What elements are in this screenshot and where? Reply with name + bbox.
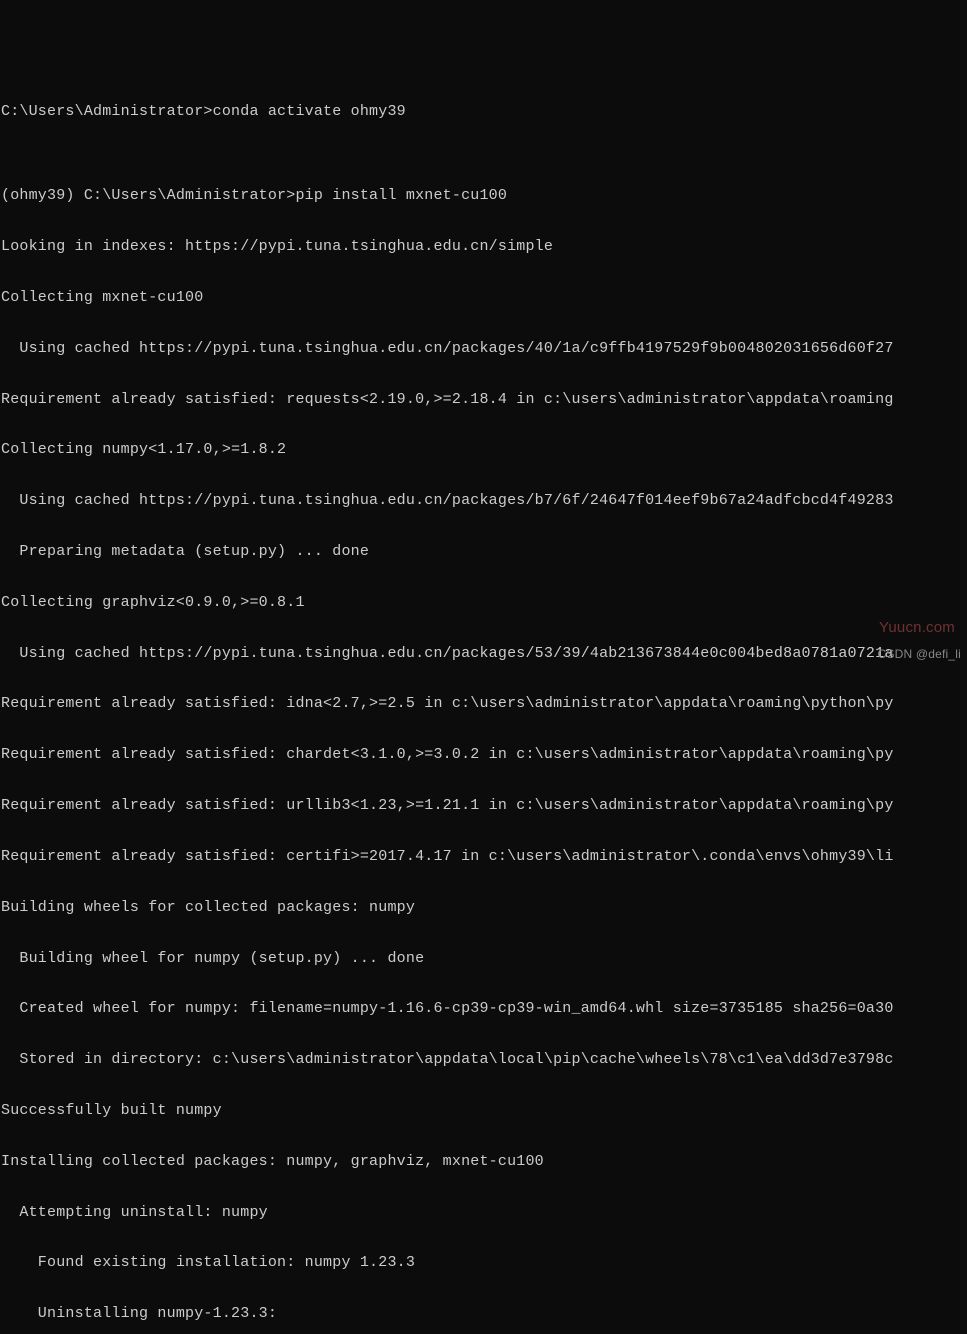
- terminal-output[interactable]: C:\Users\Administrator>conda activate oh…: [0, 68, 967, 735]
- terminal-line: Collecting numpy<1.17.0,>=1.8.2: [1, 442, 966, 459]
- attribution-text: CSDN @defi_li: [878, 648, 961, 662]
- terminal-line: Requirement already satisfied: urllib3<1…: [1, 798, 966, 815]
- terminal-line: Successfully built numpy: [1, 1103, 966, 1120]
- terminal-line: Stored in directory: c:\users\administra…: [1, 1052, 966, 1069]
- watermark-text: Yuucn.com: [879, 620, 955, 637]
- terminal-line: (ohmy39) C:\Users\Administrator>pip inst…: [1, 188, 966, 205]
- terminal-line: Using cached https://pypi.tuna.tsinghua.…: [1, 493, 966, 510]
- terminal-line: Collecting graphviz<0.9.0,>=0.8.1: [1, 595, 966, 612]
- terminal-line: Requirement already satisfied: certifi>=…: [1, 849, 966, 866]
- terminal-line: Building wheels for collected packages: …: [1, 900, 966, 917]
- terminal-line: Requirement already satisfied: chardet<3…: [1, 747, 966, 764]
- terminal-line: Found existing installation: numpy 1.23.…: [1, 1255, 966, 1272]
- terminal-line: Requirement already satisfied: requests<…: [1, 392, 966, 409]
- terminal-line: C:\Users\Administrator>conda activate oh…: [1, 104, 966, 121]
- terminal-line: Installing collected packages: numpy, gr…: [1, 1154, 966, 1171]
- terminal-line: Building wheel for numpy (setup.py) ... …: [1, 951, 966, 968]
- terminal-line: Created wheel for numpy: filename=numpy-…: [1, 1001, 966, 1018]
- terminal-line: Preparing metadata (setup.py) ... done: [1, 544, 966, 561]
- terminal-line: Using cached https://pypi.tuna.tsinghua.…: [1, 646, 966, 663]
- terminal-line: Attempting uninstall: numpy: [1, 1205, 966, 1222]
- terminal-line: Collecting mxnet-cu100: [1, 290, 966, 307]
- terminal-line: Looking in indexes: https://pypi.tuna.ts…: [1, 239, 966, 256]
- terminal-line: Uninstalling numpy-1.23.3:: [1, 1306, 966, 1323]
- terminal-line: Requirement already satisfied: idna<2.7,…: [1, 696, 966, 713]
- terminal-line: Using cached https://pypi.tuna.tsinghua.…: [1, 341, 966, 358]
